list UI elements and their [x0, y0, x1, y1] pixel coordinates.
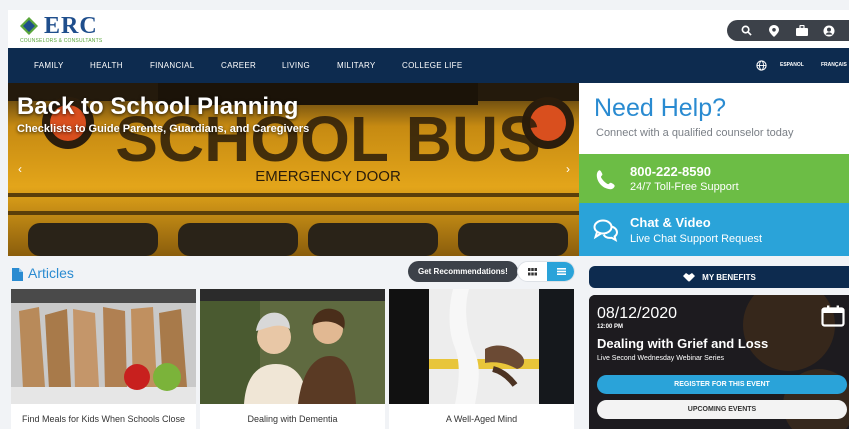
event-time: 12:00 PM [597, 324, 624, 330]
view-toggle [517, 261, 575, 282]
get-recommendations-button[interactable]: Get Recommendations! [408, 261, 518, 282]
nav-item-military[interactable]: MILITARY [337, 48, 376, 83]
event-title: Dealing with Grief and Loss [597, 336, 769, 351]
hero-title: Back to School Planning [17, 93, 299, 120]
chat-subtitle: Live Chat Support Request [630, 233, 763, 245]
event-card: 08/12/2020 12:00 PM Dealing with Grief a… [589, 295, 849, 429]
logo-text: ERC [44, 13, 98, 39]
articles-header: Articles Get Recommendations! [8, 258, 579, 288]
list-view-button[interactable] [547, 262, 574, 281]
article-caption: Find Meals for Kids When Schools Close [21, 414, 186, 424]
handshake-icon [683, 272, 696, 281]
help-subtitle: Connect with a qualified counselor today [596, 127, 794, 139]
article-caption: A Well-Aged Mind [445, 414, 518, 424]
language-espanol-link[interactable]: ESPANOL [780, 48, 804, 83]
phone-icon [596, 170, 615, 190]
chat-title: Chat & Video [630, 215, 711, 230]
hero-carousel[interactable]: SCHOOL BUS EMERGENCY DOOR Back to School… [8, 83, 579, 256]
nav-item-living[interactable]: LIVING [282, 48, 310, 83]
nav-item-health[interactable]: HEALTH [90, 48, 123, 83]
chat-video-button[interactable]: Chat & Video Live Chat Support Request [579, 203, 849, 256]
event-series: Live Second Wednesday Webinar Series [597, 355, 724, 362]
location-pin-icon[interactable] [766, 23, 782, 39]
erc-logo[interactable]: ERC COUNSELORS & CONSULTANTS [20, 13, 130, 47]
article-image-well-aged-mind [389, 289, 574, 404]
my-benefits-button[interactable]: MY BENEFITS [589, 266, 849, 288]
articles-heading: Articles [28, 265, 74, 281]
phone-subtitle: 24/7 Toll-Free Support [630, 181, 739, 193]
main-navigation: FAMILY HEALTH FINANCIAL CAREER LIVING MI… [8, 48, 849, 83]
calendar-icon [821, 305, 845, 327]
nav-item-family[interactable]: FAMILY [34, 48, 64, 83]
grid-icon [528, 267, 537, 275]
chat-bubbles-icon [593, 219, 619, 243]
register-event-button[interactable]: REGISTER FOR THIS EVENT [597, 375, 847, 394]
utility-toolbar [727, 20, 849, 41]
help-title: Need Help? [594, 94, 727, 122]
globe-icon[interactable] [756, 60, 767, 71]
help-header: Need Help? Connect with a qualified coun… [579, 83, 849, 154]
article-image-caregivers [200, 289, 385, 404]
phone-support-button[interactable]: 800-222-8590 24/7 Toll-Free Support [579, 154, 849, 203]
article-card[interactable]: Find Meals for Kids When Schools Close [11, 289, 196, 429]
nav-item-college-life[interactable]: COLLEGE LIFE [402, 48, 463, 83]
top-header: ERC COUNSELORS & CONSULTANTS [8, 10, 849, 48]
article-image-lunch-bags [11, 289, 196, 404]
nav-item-career[interactable]: CAREER [221, 48, 256, 83]
help-panel: Need Help? Connect with a qualified coun… [579, 83, 849, 256]
logo-diamond-icon [20, 17, 38, 35]
hero-subtitle: Checklists to Guide Parents, Guardians, … [17, 123, 310, 135]
list-icon [557, 268, 566, 275]
grid-view-button[interactable] [518, 262, 547, 281]
briefcase-icon[interactable] [794, 23, 810, 39]
article-caption: Dealing with Dementia [247, 414, 338, 424]
bus-sign: EMERGENCY DOOR [255, 168, 401, 185]
nav-item-financial[interactable]: FINANCIAL [150, 48, 195, 83]
article-card[interactable]: Dealing with Dementia [200, 289, 385, 429]
phone-number: 800-222-8590 [630, 164, 711, 179]
article-card[interactable]: A Well-Aged Mind [389, 289, 574, 429]
language-francais-link[interactable]: FRANÇAIS [821, 48, 847, 83]
user-icon[interactable] [821, 23, 837, 39]
upcoming-events-button[interactable]: UPCOMING EVENTS [597, 400, 847, 419]
chevron-right-icon[interactable]: › [560, 161, 576, 177]
chevron-left-icon[interactable]: ‹ [12, 161, 28, 177]
search-icon[interactable] [739, 23, 755, 39]
event-date: 08/12/2020 [597, 305, 678, 322]
document-icon [12, 268, 23, 281]
my-benefits-label: MY BENEFITS [702, 272, 756, 282]
logo-tagline: COUNSELORS & CONSULTANTS [20, 38, 103, 44]
